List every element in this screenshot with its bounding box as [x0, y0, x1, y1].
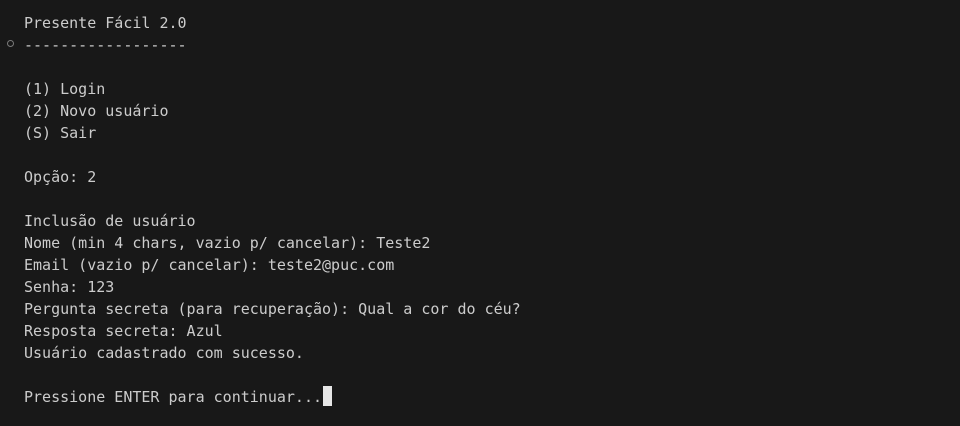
terminal-window[interactable]: Presente Fácil 2.0 ------------------ (1… — [0, 0, 960, 426]
command-decoration-circle-icon — [7, 40, 14, 47]
menu-option-new-user: (2) Novo usuário — [24, 102, 169, 120]
continue-prompt-text: Pressione ENTER para continuar... — [24, 388, 323, 406]
title-underline: ------------------ — [24, 36, 187, 54]
app-title: Presente Fácil 2.0 — [24, 14, 187, 32]
text-cursor — [323, 386, 333, 406]
continue-prompt-line[interactable]: Pressione ENTER para continuar... — [24, 386, 333, 408]
option-prompt: Opção: 2 — [24, 168, 97, 186]
success-message: Usuário cadastrado com sucesso. — [24, 344, 304, 362]
email-field-line: Email (vazio p/ cancelar): teste2@puc.co… — [24, 256, 395, 274]
section-heading: Inclusão de usuário — [24, 212, 196, 230]
menu-option-login: (1) Login — [24, 80, 106, 98]
secret-question-line: Pergunta secreta (para recuperação): Qua… — [24, 300, 521, 318]
password-field-line: Senha: 123 — [24, 278, 115, 296]
menu-option-exit: (S) Sair — [24, 124, 97, 142]
secret-answer-line: Resposta secreta: Azul — [24, 322, 223, 340]
name-field-line: Nome (min 4 chars, vazio p/ cancelar): T… — [24, 234, 431, 252]
